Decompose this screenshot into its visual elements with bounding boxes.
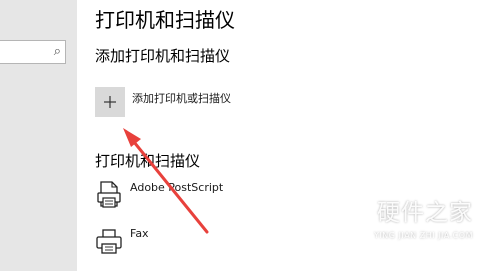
site-watermark: 硬件之家 YING JIAN ZHI JIA.COM xyxy=(330,196,490,248)
search-icon[interactable]: ⌕ xyxy=(54,44,61,60)
watermark-subtext: YING JIAN ZHI JIA.COM xyxy=(374,231,473,240)
devices-section-heading: 打印机和扫描仪 xyxy=(95,152,201,170)
plus-icon xyxy=(104,96,116,108)
settings-search-box[interactable]: ⌕ xyxy=(0,40,66,64)
device-label: Adobe PostScript xyxy=(130,181,224,194)
page-title: 打印机和扫描仪 xyxy=(95,8,235,32)
add-section-heading: 添加打印机和扫描仪 xyxy=(95,47,231,65)
device-label: Fax xyxy=(130,227,149,240)
document-printer-icon xyxy=(97,181,121,208)
watermark-logo-icon xyxy=(331,196,369,241)
printer-icon xyxy=(96,229,122,254)
watermark-text: 硬件之家 xyxy=(377,200,473,226)
add-printer-button[interactable] xyxy=(95,87,125,117)
add-printer-button-label[interactable]: 添加打印机或扫描仪 xyxy=(132,92,231,106)
left-navigation-pane: ⌕ xyxy=(0,0,77,271)
